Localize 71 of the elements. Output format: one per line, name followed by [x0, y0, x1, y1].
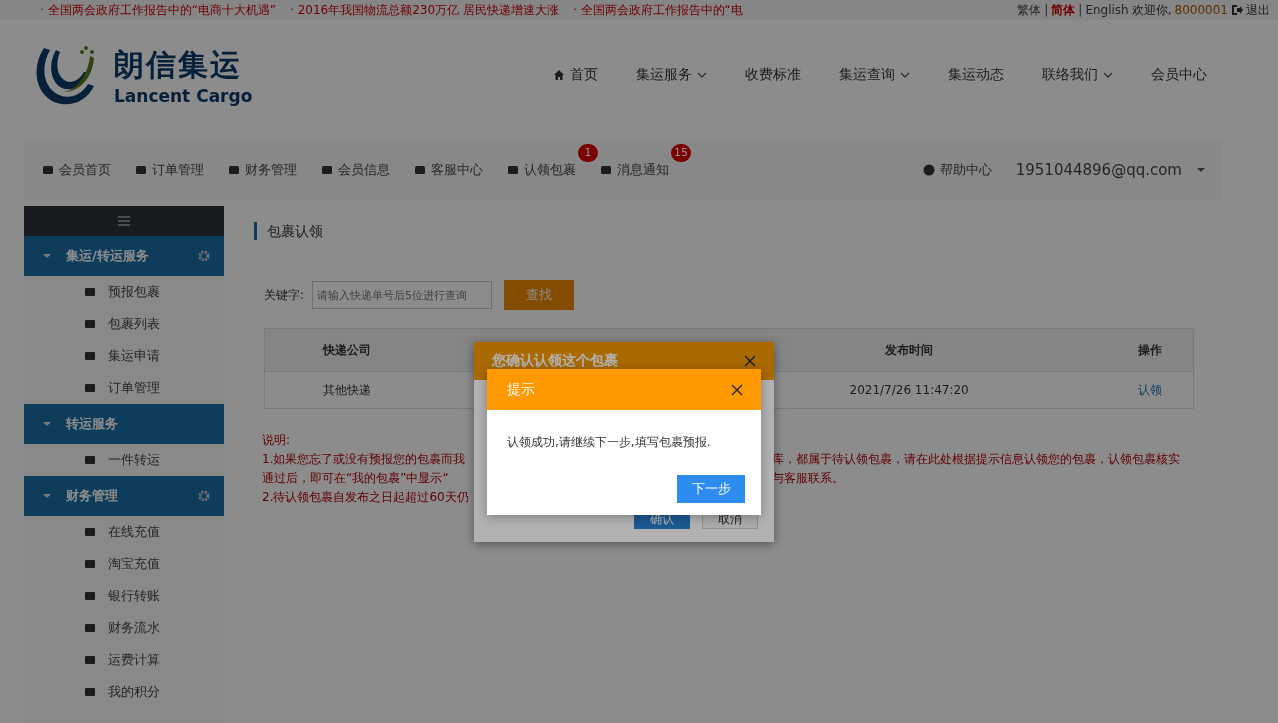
news-link[interactable]: · 全国两会政府工作报告中的“电: [572, 1, 743, 19]
chevron-icon: [1103, 72, 1113, 78]
logout-link[interactable]: 退出: [1246, 1, 1270, 19]
sidebar-group[interactable]: 转运服务: [24, 404, 224, 444]
chevron-icon: [697, 72, 707, 78]
notes-heading: 说明:: [262, 433, 291, 447]
separator: |: [1078, 3, 1083, 17]
sidebar-item[interactable]: 我的积分: [24, 676, 224, 708]
sidebar-item[interactable]: 淘宝充值: [24, 548, 224, 580]
next-step-button[interactable]: 下一步: [677, 475, 745, 503]
member-menu-link[interactable]: 客服中心: [414, 161, 483, 179]
user-id-link[interactable]: 8000001: [1174, 3, 1228, 17]
nav-link[interactable]: 收费标准: [726, 66, 820, 84]
logo-name: 朗信集运: [114, 45, 243, 84]
notes-text: 1.如果您忘了或没有预报您的包裹而我: [262, 451, 467, 468]
sidebar-item[interactable]: 运费计算: [24, 644, 224, 676]
search-field[interactable]: 请输入快递单号后5位进行查询: [312, 281, 493, 309]
close-icon[interactable]: [731, 383, 743, 396]
notes-text: 2.待认领包裹自发布之日起超过60天仍: [262, 489, 470, 506]
member-menu-link[interactable]: 订单管理: [135, 161, 204, 179]
sidebar-item[interactable]: 银行转账: [24, 580, 224, 612]
logout-icon: [1231, 4, 1243, 16]
member-menu-link[interactable]: 会员信息: [321, 161, 390, 179]
news-link[interactable]: · 全国两会政府工作报告中的“电商十大机遇”: [40, 1, 277, 19]
account-dropdown[interactable]: 1951044896@qq.com: [1015, 161, 1206, 179]
caret-icon: [42, 253, 52, 259]
chevron-icon: [900, 72, 910, 78]
sidebar-group[interactable]: 集运/转运服务: [24, 236, 224, 276]
column-header: 快递公司: [264, 328, 430, 372]
sidebar-item[interactable]: 在线充值: [24, 516, 224, 548]
caret-icon: [42, 421, 52, 427]
nav-link[interactable]: 会员中心: [1132, 66, 1226, 84]
dialog-title: 提示: [507, 380, 535, 399]
sidebar-item[interactable]: 包裹列表: [24, 308, 224, 340]
sidebar-item[interactable]: 一件转运: [24, 444, 224, 476]
column-header: 操作: [1107, 328, 1194, 372]
sidebar-group[interactable]: 财务管理: [24, 476, 224, 516]
logo-subtitle: Lancent Cargo: [114, 85, 253, 106]
count-badge: 1: [578, 144, 598, 162]
notes-text: 通过后，即可在“我的包裹”中显示“: [262, 470, 450, 487]
caret-icon: [1196, 167, 1206, 173]
welcome-text: 欢迎你,: [1131, 1, 1172, 19]
member-menu-link[interactable]: 会员首页: [42, 161, 111, 179]
nav-link[interactable]: 集运服务: [617, 66, 726, 84]
count-badge: 15: [671, 144, 691, 162]
member-menu-link[interactable]: 财务管理: [228, 161, 297, 179]
language-link[interactable]: 简体: [1051, 1, 1076, 19]
help-link[interactable]: 帮助中心: [922, 161, 992, 179]
nav-link[interactable]: 联络我们: [1023, 66, 1132, 84]
language-link[interactable]: 繁体: [1017, 1, 1042, 19]
menu-icon: [118, 216, 130, 226]
separator: |: [1044, 3, 1049, 17]
dialog-message: 认领成功,请继续下一步,填写包裹预报.: [506, 434, 712, 451]
claim-link[interactable]: 认领: [1138, 382, 1162, 397]
page-title: 包裹认领: [254, 222, 1222, 240]
sidebar-item[interactable]: 集运申请: [24, 340, 224, 372]
table-cell: 其他快递: [264, 371, 430, 409]
language-link[interactable]: English: [1085, 3, 1129, 17]
nav-link[interactable]: 集运动态: [929, 66, 1023, 84]
nav-link[interactable]: 集运查询: [820, 66, 929, 84]
notes-text: 库，都属于待认领包裹，请在此处根据提示信息认领您的包裹，认领包裹核实: [772, 451, 1181, 468]
sidebar-item[interactable]: 财务流水: [24, 612, 224, 644]
news-link[interactable]: · 2016年我国物流总额230万亿 居民快递增速大涨: [290, 1, 559, 19]
caret-icon: [42, 493, 52, 499]
close-icon[interactable]: [744, 355, 756, 367]
search-label: 关键字:: [264, 286, 305, 304]
sidebar-toggle[interactable]: [24, 206, 224, 236]
dialog-title: 您确认认领这个包裹: [492, 352, 618, 370]
sidebar-item[interactable]: 订单管理: [24, 372, 224, 404]
nav-link[interactable]: 首页: [534, 66, 617, 84]
sidebar-item[interactable]: 预报包裹: [24, 276, 224, 308]
